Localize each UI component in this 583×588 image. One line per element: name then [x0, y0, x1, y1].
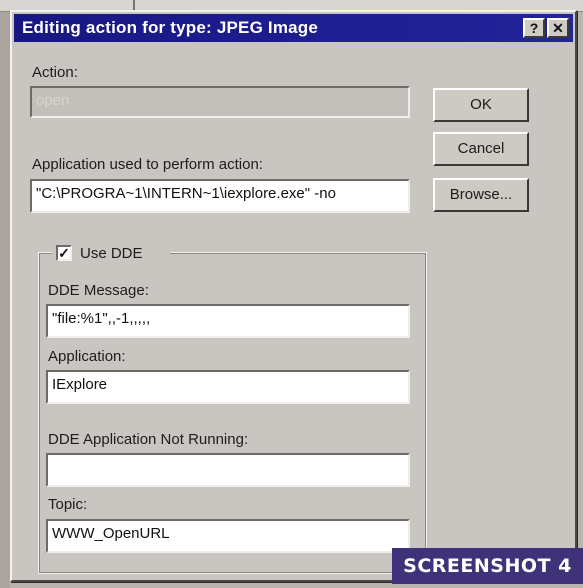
- dde-not-running-label: DDE Application Not Running:: [48, 431, 249, 448]
- dde-application-label: Application:: [48, 348, 126, 365]
- background-window-edge: [0, 12, 10, 588]
- cancel-button[interactable]: Cancel: [433, 132, 529, 166]
- use-dde-checkbox-row[interactable]: ✓ Use DDE: [52, 242, 170, 266]
- dde-topic-input[interactable]: WWW_OpenURL: [46, 519, 410, 553]
- dde-not-running-input[interactable]: [46, 453, 410, 487]
- title-bar[interactable]: Editing action for type: JPEG Image ? ✕: [14, 14, 573, 42]
- dialog-title: Editing action for type: JPEG Image: [22, 18, 319, 37]
- help-icon: ?: [529, 20, 539, 36]
- application-path-input[interactable]: "C:\PROGRA~1\INTERN~1\iexplore.exe" -no: [30, 179, 410, 213]
- dde-message-label: DDE Message:: [48, 282, 149, 299]
- checkmark-icon: ✓: [58, 245, 70, 261]
- action-input[interactable]: open: [30, 86, 410, 118]
- edit-action-dialog: Editing action for type: JPEG Image ? ✕ …: [10, 10, 577, 582]
- dde-message-input[interactable]: "file:%1",,-1,,,,,: [46, 304, 410, 338]
- action-label: Action:: [32, 64, 78, 81]
- close-button[interactable]: ✕: [547, 18, 569, 38]
- use-dde-checkbox[interactable]: ✓: [56, 245, 72, 261]
- application-path-label: Application used to perform action:: [32, 156, 263, 173]
- dde-topic-label: Topic:: [48, 496, 88, 513]
- close-icon: ✕: [552, 20, 564, 36]
- dde-application-input[interactable]: IExplore: [46, 370, 410, 404]
- help-button[interactable]: ?: [523, 18, 545, 38]
- ok-button[interactable]: OK: [433, 88, 529, 122]
- screenshot-badge: SCREENSHOT 4: [392, 548, 583, 584]
- browse-button[interactable]: Browse...: [433, 178, 529, 212]
- use-dde-label: Use DDE: [80, 245, 143, 262]
